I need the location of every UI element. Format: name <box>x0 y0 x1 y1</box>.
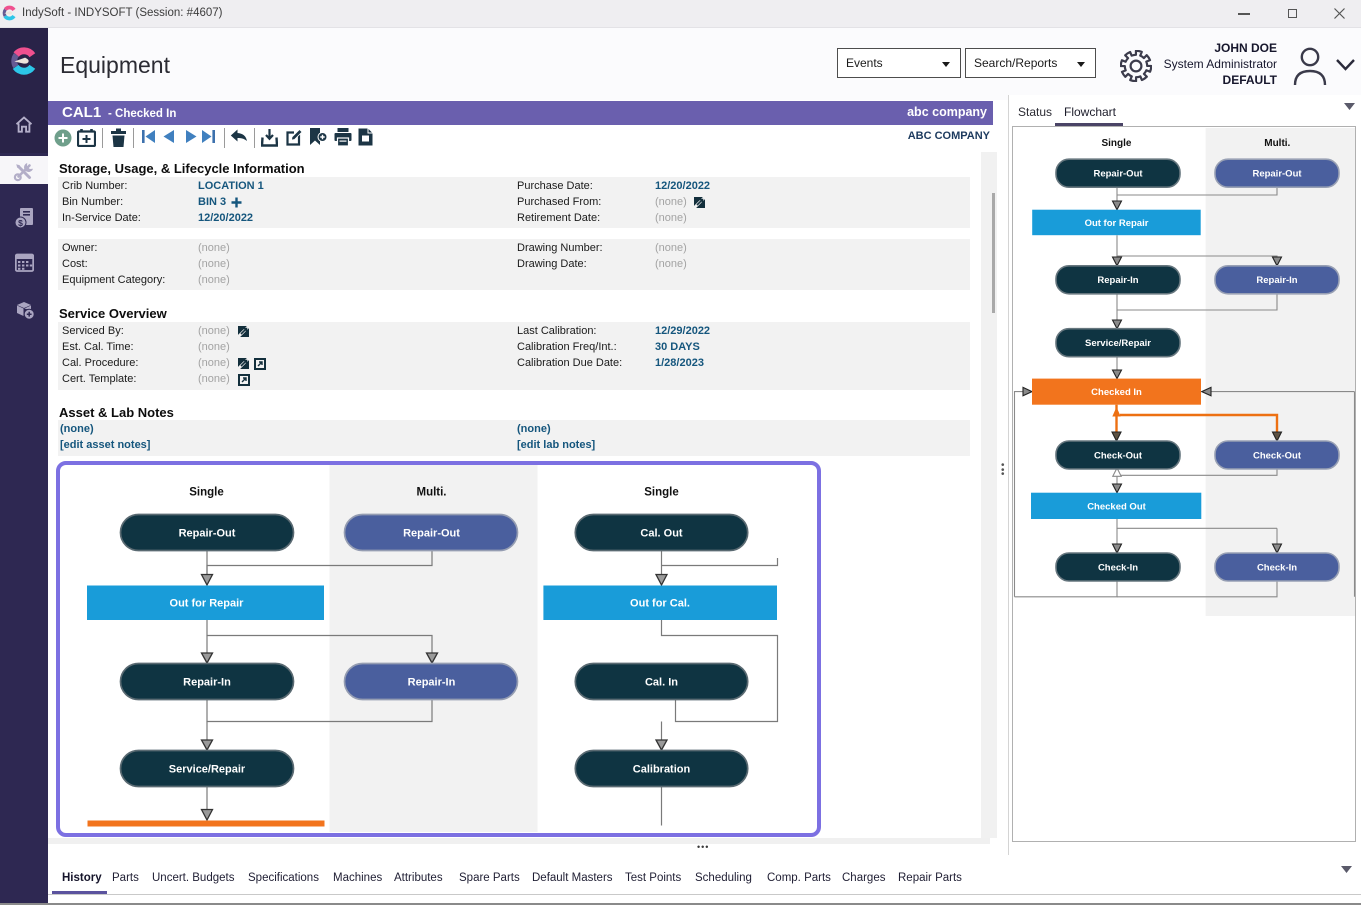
svg-text:Out for Cal.: Out for Cal. <box>630 598 690 610</box>
svg-text:Repair-Out: Repair-Out <box>1252 169 1302 180</box>
svg-text:Calibration: Calibration <box>633 764 691 776</box>
svg-text:Checked Out: Checked Out <box>1087 501 1146 512</box>
svg-text:Repair-In: Repair-In <box>1256 275 1297 286</box>
svg-text:Cal. Out: Cal. Out <box>640 528 683 540</box>
svg-text:Check-In: Check-In <box>1257 562 1297 573</box>
svg-text:Single: Single <box>644 487 679 499</box>
svg-text:Out for Repair: Out for Repair <box>1085 218 1149 229</box>
svg-text:Repair-Out: Repair-Out <box>1093 169 1143 180</box>
svg-text:Repair-In: Repair-In <box>183 677 231 689</box>
svg-text:Repair-In: Repair-In <box>408 677 456 689</box>
svg-text:$: $ <box>18 218 23 228</box>
svg-text:Multi.: Multi. <box>1264 138 1290 149</box>
svg-text:Multi.: Multi. <box>416 487 446 499</box>
svg-text:Check-Out: Check-Out <box>1094 450 1143 461</box>
svg-text:Repair-Out: Repair-Out <box>403 528 460 540</box>
svg-text:Check-In: Check-In <box>1098 562 1138 573</box>
svg-text:Repair-Out: Repair-Out <box>179 528 236 540</box>
svg-text:Service/Repair: Service/Repair <box>1085 338 1151 349</box>
svg-text:Single: Single <box>1101 138 1131 149</box>
svg-text:Service/Repair: Service/Repair <box>169 764 246 776</box>
svg-text:Repair-In: Repair-In <box>1097 275 1138 286</box>
svg-text:Cal. In: Cal. In <box>645 677 678 689</box>
svg-text:Check-Out: Check-Out <box>1253 450 1302 461</box>
svg-text:Checked In: Checked In <box>1091 387 1142 398</box>
svg-text:Single: Single <box>189 487 224 499</box>
svg-text:Out for Repair: Out for Repair <box>170 598 245 610</box>
